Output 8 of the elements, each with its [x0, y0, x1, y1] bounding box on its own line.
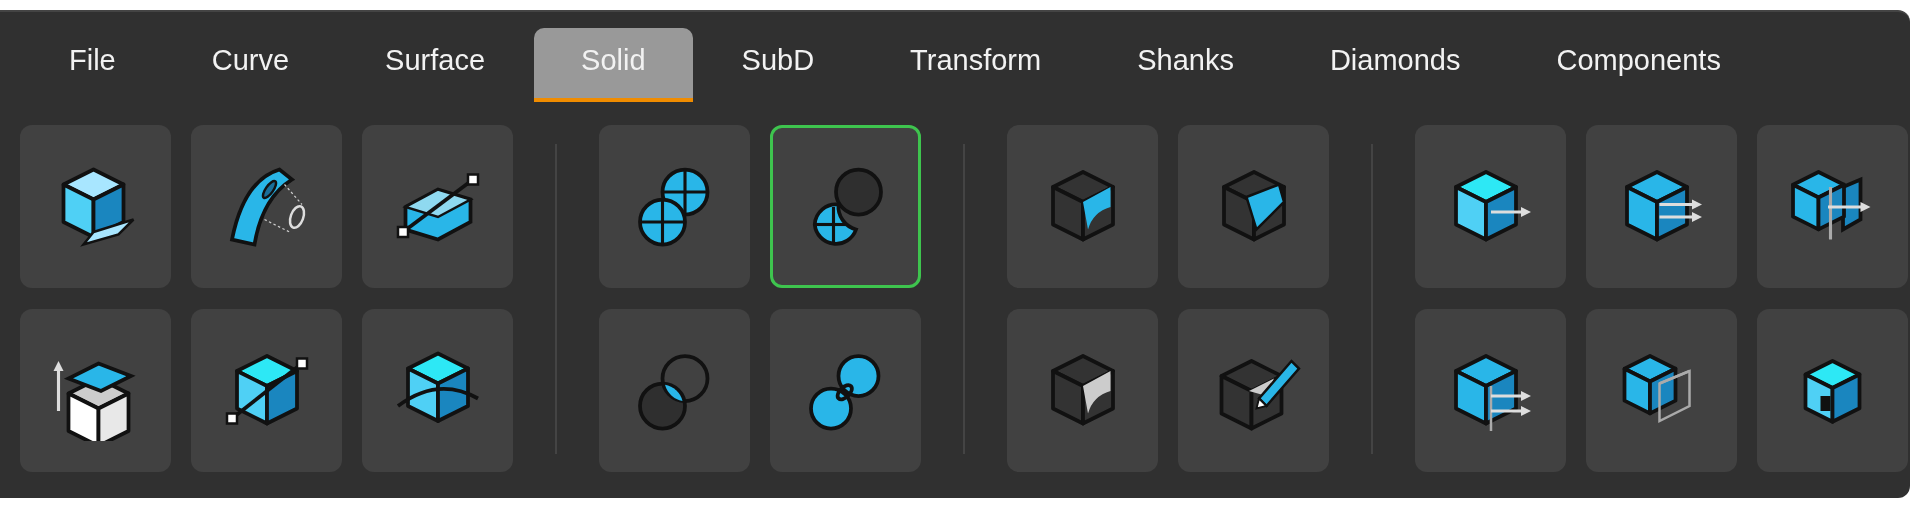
tab[interactable]: Components: [1509, 28, 1768, 102]
tab[interactable]: Curve: [164, 28, 337, 102]
tab[interactable]: SubD: [694, 28, 862, 102]
tab[interactable]: Surface: [338, 28, 533, 102]
tab[interactable]: Shanks: [1090, 28, 1281, 102]
tab[interactable]: File: [22, 28, 163, 102]
tab[interactable]: Transform: [863, 28, 1089, 102]
tab[interactable]: Diamonds: [1282, 28, 1508, 102]
